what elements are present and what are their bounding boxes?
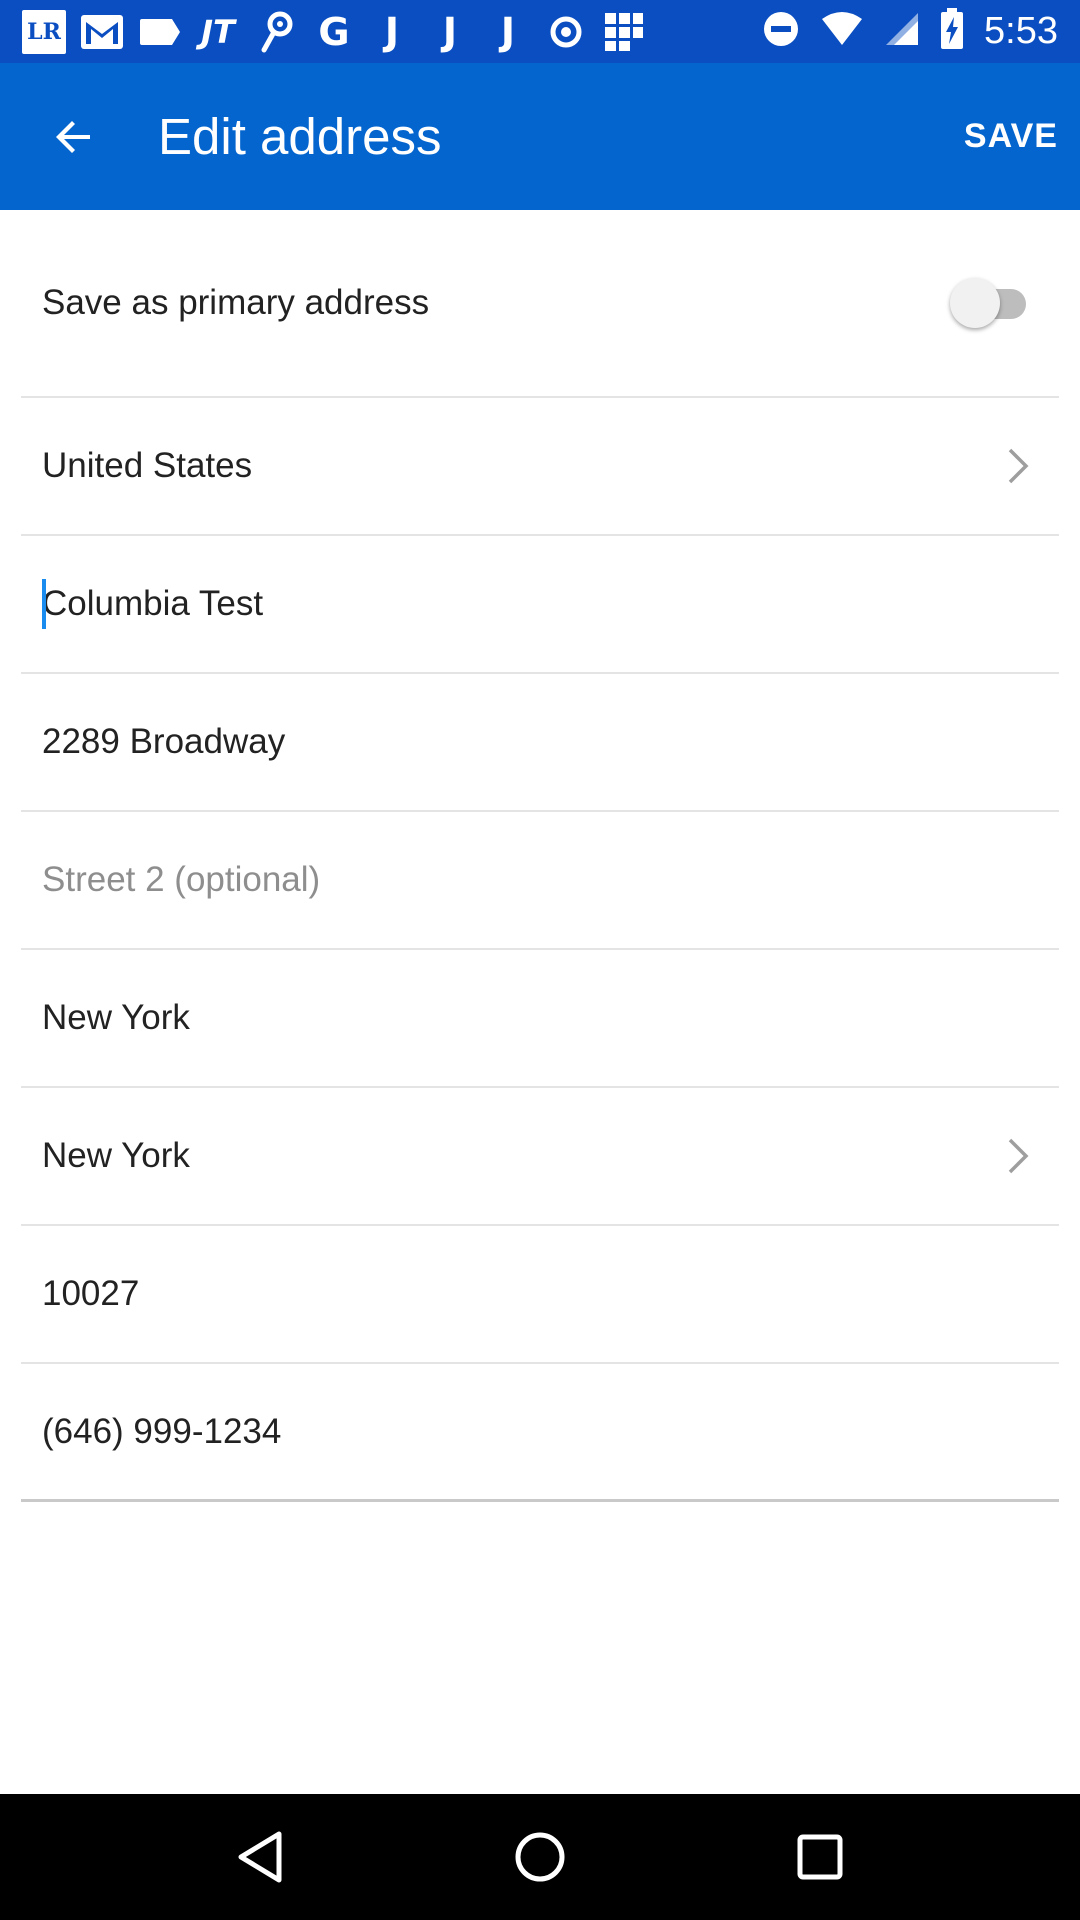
street2-placeholder: Street 2 (optional): [42, 860, 321, 899]
notification-icons: LR JT G J J J: [0, 9, 762, 54]
street1-value: 2289 Broadway: [42, 722, 286, 761]
system-nav-bar: [0, 1794, 1080, 1920]
phone-field[interactable]: (646) 999-1234: [21, 1364, 1059, 1502]
lr-app-icon: LR: [22, 9, 66, 54]
phone-value: (646) 999-1234: [42, 1411, 282, 1451]
name-value: Columbia Test: [42, 584, 264, 623]
nav-recents-button[interactable]: [770, 1807, 870, 1907]
do-not-disturb-icon: [762, 10, 800, 53]
primary-address-label: Save as primary address: [42, 283, 430, 322]
grid-icon: [602, 10, 646, 54]
state-value: New York: [42, 1136, 190, 1175]
recents-square-icon: [797, 1834, 843, 1880]
nav-back-button[interactable]: [210, 1807, 310, 1907]
home-circle-icon: [515, 1832, 565, 1882]
tag-icon: [138, 10, 182, 54]
j-icon: J: [442, 9, 458, 54]
status-bar: LR JT G J J J 5:53: [0, 0, 1080, 63]
toggle-knob: [950, 278, 1000, 328]
save-button[interactable]: SAVE: [942, 63, 1080, 210]
text-cursor: [42, 579, 46, 629]
street2-field[interactable]: Street 2 (optional): [21, 812, 1059, 950]
zip-field[interactable]: 10027: [21, 1226, 1059, 1364]
city-value: New York: [42, 998, 190, 1037]
page-title: Edit address: [158, 108, 442, 165]
google-icon: G: [318, 9, 350, 54]
primary-address-row[interactable]: Save as primary address: [21, 210, 1059, 398]
primary-address-toggle[interactable]: [948, 273, 1038, 333]
address-form: Save as primary address United States Co…: [21, 210, 1059, 1502]
zip-value: 10027: [42, 1274, 140, 1313]
state-selector[interactable]: New York: [21, 1088, 1059, 1226]
arrow-back-icon: [55, 120, 90, 153]
cell-signal-icon: [884, 11, 920, 52]
gmail-icon: [80, 10, 124, 54]
street1-field[interactable]: 2289 Broadway: [21, 674, 1059, 812]
back-button[interactable]: [0, 63, 147, 210]
battery-charging-icon: [940, 8, 964, 55]
app-bar: Edit address SAVE: [0, 63, 1080, 210]
circle-dot-icon: [544, 10, 588, 54]
system-icons: 5:53: [762, 8, 1080, 55]
city-field[interactable]: New York: [21, 950, 1059, 1088]
jt-icon: JT: [201, 12, 235, 51]
name-field[interactable]: Columbia Test: [21, 536, 1059, 674]
back-triangle-icon: [238, 1831, 282, 1883]
pin-icon: [254, 10, 298, 54]
j-icon: J: [384, 9, 400, 54]
clock: 5:53: [984, 10, 1058, 52]
j-icon: J: [500, 9, 516, 54]
nav-home-button[interactable]: [490, 1807, 590, 1907]
wifi-icon: [820, 11, 864, 52]
country-selector[interactable]: United States: [21, 398, 1059, 536]
country-value: United States: [42, 446, 253, 485]
chevron-right-icon: [998, 446, 1038, 486]
chevron-right-icon: [998, 1136, 1038, 1176]
